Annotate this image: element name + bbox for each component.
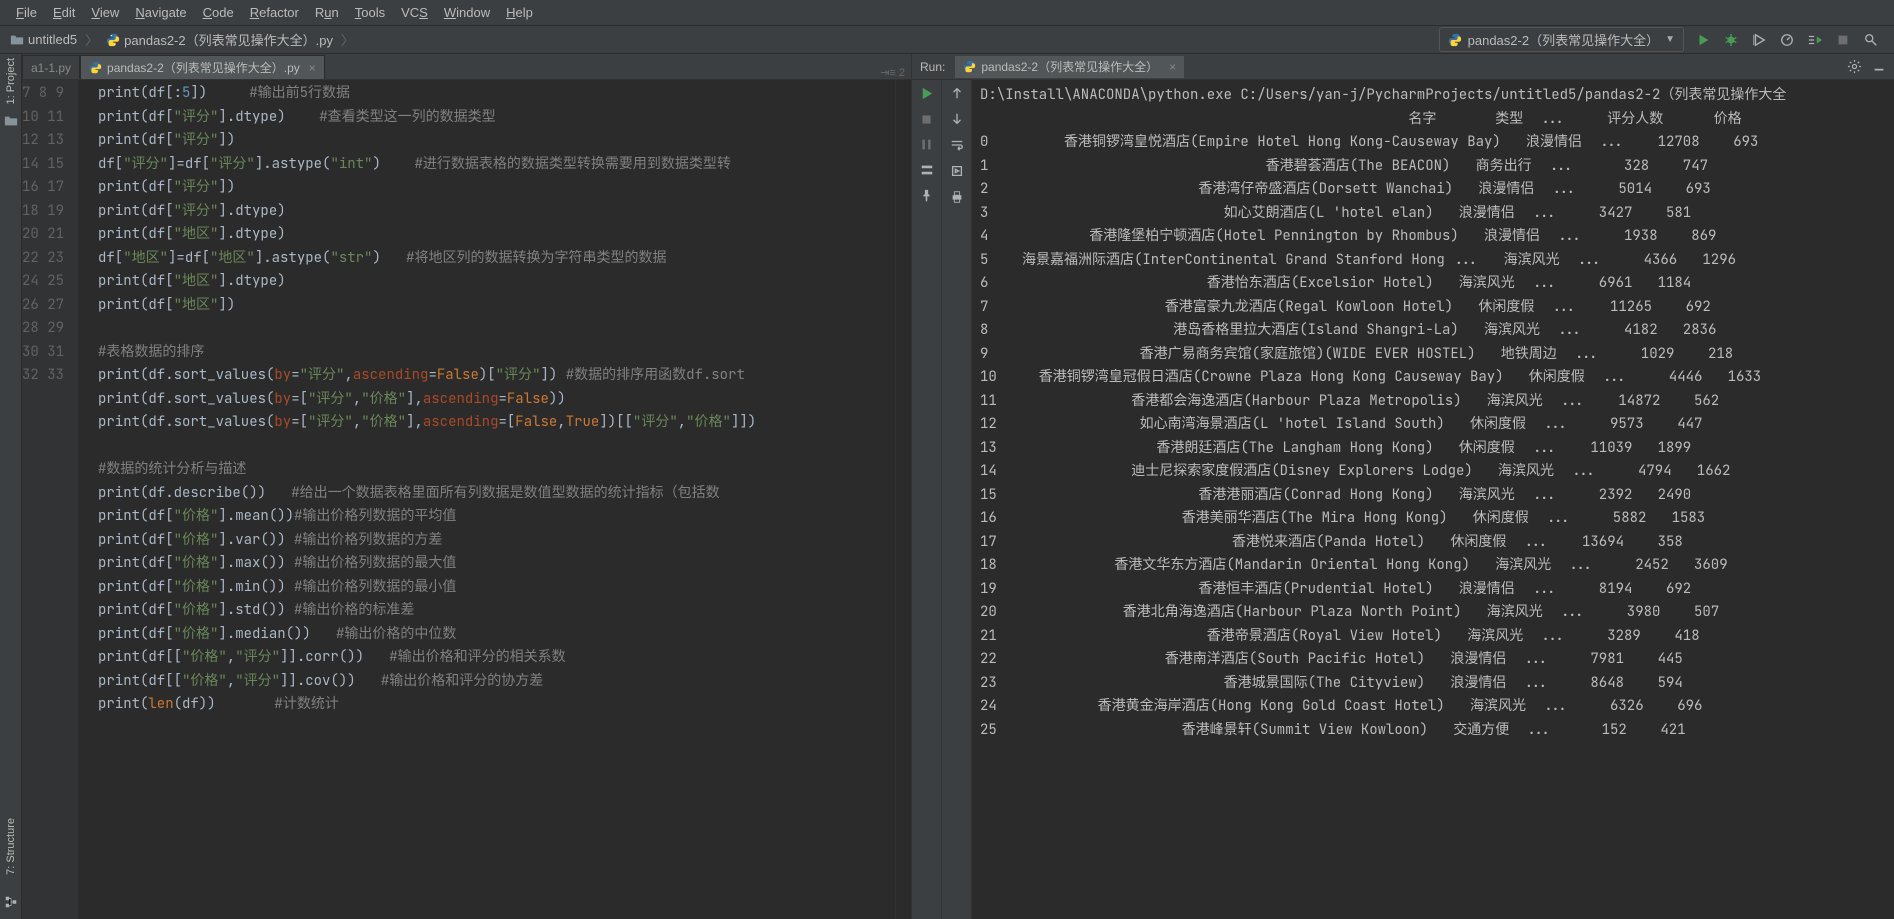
console-output[interactable]: D:\Install\ANACONDA\python.exe C:/Users/… xyxy=(972,80,1894,919)
tool-window-structure[interactable]: 7: Structure xyxy=(5,818,17,875)
run-button[interactable] xyxy=(1694,31,1712,49)
run-label: Run: xyxy=(920,60,945,74)
breadcrumb-separator-end: 〉 xyxy=(341,30,354,49)
toolbar-right: pandas2-2（列表常见操作大全） ▼ xyxy=(1439,27,1888,52)
stop-button[interactable] xyxy=(1834,31,1852,49)
run-tab-label: pandas2-2（列表常见操作大全） xyxy=(981,58,1158,75)
menubar: File Edit View Navigate Code Refactor Ru… xyxy=(0,0,1894,26)
python-file-icon xyxy=(963,60,976,73)
menu-code[interactable]: Code xyxy=(195,2,242,23)
code-editor[interactable]: 7 8 9 10 11 12 13 14 15 16 17 18 19 20 2… xyxy=(22,80,911,919)
minimize-icon[interactable] xyxy=(1872,60,1886,74)
file-name: pandas2-2（列表常见操作大全）.py xyxy=(124,30,333,49)
python-file-icon xyxy=(89,61,102,74)
code-content[interactable]: print(df[:5]) #输出前5行数据 print(df["评分"].dt… xyxy=(78,80,895,919)
python-file-icon xyxy=(1448,33,1462,47)
close-icon[interactable]: × xyxy=(309,61,316,75)
run-config-name: pandas2-2（列表常见操作大全） xyxy=(1468,30,1659,49)
tool-window-project[interactable]: 1: Project xyxy=(5,58,17,104)
tab-label: pandas2-2（列表常见操作大全）.py xyxy=(107,59,300,76)
menu-file[interactable]: File xyxy=(8,2,45,23)
menu-view[interactable]: View xyxy=(83,2,127,23)
menu-navigate[interactable]: Navigate xyxy=(127,2,194,23)
run-tab[interactable]: pandas2-2（列表常见操作大全） × xyxy=(955,56,1184,78)
tab-pandas2-2[interactable]: pandas2-2（列表常见操作大全）.py × xyxy=(80,55,325,79)
chevron-down-icon: ▼ xyxy=(1665,34,1675,45)
profile-button[interactable] xyxy=(1778,31,1796,49)
minimap[interactable] xyxy=(895,80,911,919)
debug-button[interactable] xyxy=(1722,31,1740,49)
editor-tabbar: a1-1.py pandas2-2（列表常见操作大全）.py × ⇥≡ 2 xyxy=(22,54,911,80)
folder-icon xyxy=(4,114,18,128)
breadcrumb-project[interactable]: untitled5 xyxy=(6,30,81,49)
run-body: D:\Install\ANACONDA\python.exe C:/Users/… xyxy=(912,80,1894,919)
close-icon[interactable]: × xyxy=(1169,60,1176,74)
left-tool-stripe: 1: Project 7: Structure xyxy=(0,54,22,919)
folder-icon xyxy=(10,33,24,47)
menu-refactor[interactable]: Refactor xyxy=(242,2,307,23)
pause-button[interactable] xyxy=(920,138,933,151)
down-icon[interactable] xyxy=(950,112,964,126)
coverage-button[interactable] xyxy=(1750,31,1768,49)
project-name: untitled5 xyxy=(28,32,77,47)
rerun-button[interactable] xyxy=(919,86,934,101)
print-icon[interactable] xyxy=(950,190,964,204)
run-pane: Run: pandas2-2（列表常见操作大全） × xyxy=(912,54,1894,919)
layout-button[interactable] xyxy=(920,163,934,177)
scroll-end-icon[interactable] xyxy=(950,164,964,178)
editor-info[interactable]: ⇥≡ 2 xyxy=(874,66,911,79)
run-config-selector[interactable]: pandas2-2（列表常见操作大全） ▼ xyxy=(1439,27,1684,52)
up-icon[interactable] xyxy=(950,86,964,100)
menu-vcs[interactable]: VCS xyxy=(393,2,436,23)
stop-button[interactable] xyxy=(920,113,933,126)
pin-button[interactable] xyxy=(920,189,933,202)
line-gutter: 7 8 9 10 11 12 13 14 15 16 17 18 19 20 2… xyxy=(22,80,78,919)
main-content: 1: Project 7: Structure a1-1.py pandas2-… xyxy=(0,54,1894,919)
search-button[interactable] xyxy=(1862,31,1880,49)
menu-window[interactable]: Window xyxy=(436,2,498,23)
navbar: untitled5 〉 pandas2-2（列表常见操作大全）.py 〉 pan… xyxy=(0,26,1894,54)
run-left-toolbar2 xyxy=(942,80,972,919)
menu-edit[interactable]: Edit xyxy=(45,2,83,23)
tab-a1-1[interactable]: a1-1.py xyxy=(22,55,80,79)
breadcrumb: untitled5 〉 pandas2-2（列表常见操作大全）.py 〉 xyxy=(6,28,354,51)
attach-button[interactable] xyxy=(1806,31,1824,49)
breadcrumb-separator: 〉 xyxy=(85,30,98,49)
structure-icon xyxy=(4,895,18,909)
tab-label: a1-1.py xyxy=(31,61,71,75)
menu-help[interactable]: Help xyxy=(498,2,541,23)
run-header: Run: pandas2-2（列表常见操作大全） × xyxy=(912,54,1894,80)
editor-pane: a1-1.py pandas2-2（列表常见操作大全）.py × ⇥≡ 2 7 … xyxy=(22,54,912,919)
python-file-icon xyxy=(106,33,120,47)
menu-tools[interactable]: Tools xyxy=(347,2,393,23)
breadcrumb-file[interactable]: pandas2-2（列表常见操作大全）.py xyxy=(102,28,337,51)
menu-run[interactable]: Run xyxy=(307,2,347,23)
run-left-toolbar xyxy=(912,80,942,919)
soft-wrap-icon[interactable] xyxy=(950,138,964,152)
gear-icon[interactable] xyxy=(1847,59,1862,74)
